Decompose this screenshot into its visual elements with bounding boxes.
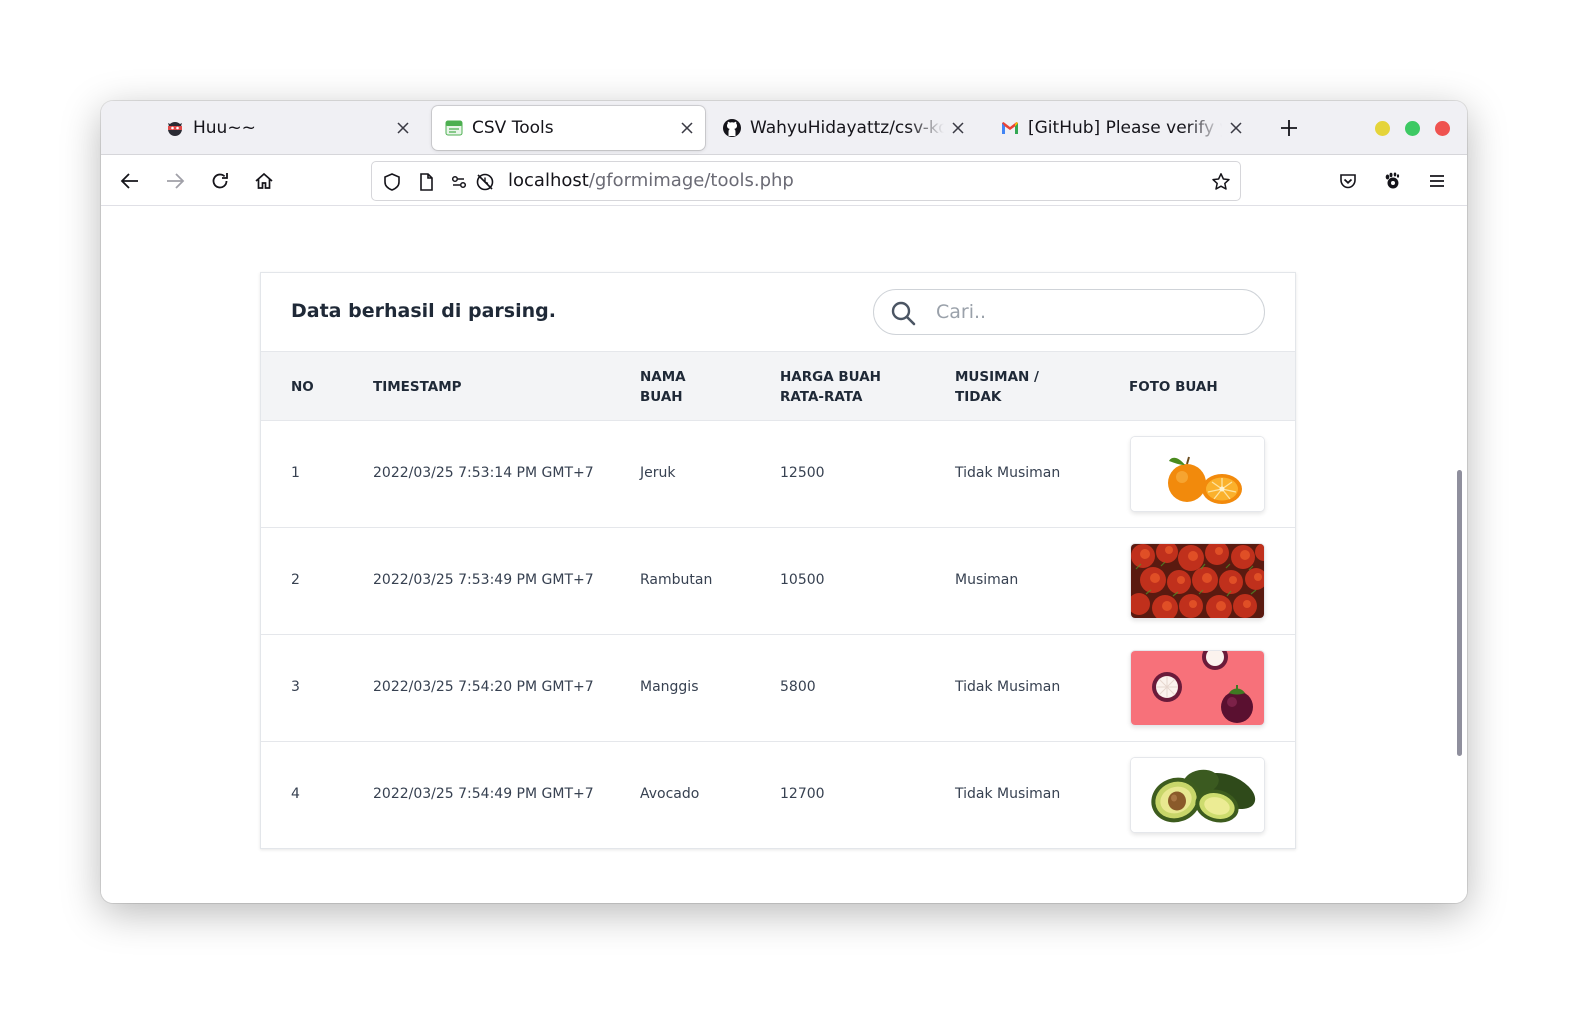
ninja-favicon-icon: [165, 118, 185, 138]
close-tab-icon[interactable]: [679, 120, 695, 136]
extension-button[interactable]: [1379, 168, 1405, 194]
csv-favicon-icon: [444, 118, 464, 138]
mangosteen-photo[interactable]: [1130, 650, 1265, 726]
cell-no: 2: [291, 572, 300, 588]
cell-timestamp: 2022/03/25 7:54:49 PM GMT+7: [373, 786, 594, 802]
cell-harga: 5800: [780, 679, 816, 695]
table-row: 2 2022/03/25 7:53:49 PM GMT+7 Rambutan 1…: [261, 528, 1295, 635]
cell-musiman: Tidak Musiman: [955, 679, 1061, 695]
avocado-photo[interactable]: [1130, 757, 1265, 833]
cell-musiman: Tidak Musiman: [955, 465, 1061, 481]
vertical-scrollbar[interactable]: [1457, 470, 1462, 756]
column-header-musiman: MUSIMAN / TIDAK: [955, 369, 1039, 405]
cell-timestamp: 2022/03/25 7:54:20 PM GMT+7: [373, 679, 594, 695]
github-favicon-icon: [722, 118, 742, 138]
browser-window: Huu~~ CSV Tools WahyuHidayattz/csv-konv: [101, 101, 1467, 903]
hamburger-menu-icon: [1430, 175, 1444, 187]
close-tab-icon[interactable]: [950, 120, 966, 136]
page-content: Data berhasil di parsing. NO TIMESTAMP N…: [101, 206, 1467, 903]
tab-github-repo[interactable]: WahyuHidayattz/csv-konv: [710, 106, 976, 150]
page-title: Data berhasil di parsing.: [291, 300, 556, 322]
table-header: NO TIMESTAMP NAMA BUAH HARGA BUAH RATA-RAT…: [261, 351, 1295, 421]
cell-musiman: Tidak Musiman: [955, 786, 1061, 802]
forward-button[interactable]: [162, 168, 188, 194]
cell-harga: 12500: [780, 465, 825, 481]
new-tab-button[interactable]: [1277, 116, 1301, 140]
close-window-button[interactable]: [1435, 121, 1450, 136]
pocket-icon: [1340, 174, 1356, 189]
shield-icon[interactable]: [381, 171, 403, 193]
table-row: 3 2022/03/25 7:54:20 PM GMT+7 Manggis 58…: [261, 635, 1295, 742]
maximize-button[interactable]: [1405, 121, 1420, 136]
column-header-nama-buah: NAMA BUAH: [640, 369, 686, 405]
back-arrow-icon: [120, 173, 138, 189]
cell-no: 3: [291, 679, 300, 695]
cell-nama: Manggis: [640, 679, 699, 695]
forward-arrow-icon: [167, 173, 185, 189]
cell-harga: 10500: [780, 572, 825, 588]
table-row: 4 2022/03/25 7:54:49 PM GMT+7 Avocado 12…: [261, 742, 1295, 849]
column-header-foto: FOTO BUAH: [1129, 379, 1218, 395]
plus-icon: [1281, 120, 1297, 136]
orange-photo[interactable]: [1130, 436, 1265, 512]
cell-harga: 12700: [780, 786, 825, 802]
table-row: 1 2022/03/25 7:53:14 PM GMT+7 Jeruk 1250…: [261, 421, 1295, 528]
navigation-bar: localhost/gformimage/tools.php: [101, 155, 1467, 206]
results-card: Data berhasil di parsing. NO TIMESTAMP N…: [260, 272, 1296, 849]
search-input[interactable]: [936, 298, 1246, 326]
cell-nama: Avocado: [640, 786, 700, 802]
cell-timestamp: 2022/03/25 7:53:14 PM GMT+7: [373, 465, 594, 481]
cell-musiman: Musiman: [955, 572, 1019, 588]
menu-button[interactable]: [1424, 168, 1450, 194]
column-header-harga: HARGA BUAH RATA-RATA: [780, 369, 881, 405]
tab-strip: Huu~~ CSV Tools WahyuHidayattz/csv-konv: [101, 101, 1467, 155]
column-header-no: NO: [291, 379, 314, 395]
back-button[interactable]: [117, 168, 143, 194]
pocket-button[interactable]: [1335, 168, 1361, 194]
url-bar[interactable]: localhost/gformimage/tools.php: [371, 161, 1241, 201]
cell-no: 1: [291, 465, 300, 481]
cell-nama: Rambutan: [640, 572, 713, 588]
search-icon: [891, 301, 916, 326]
permissions-icon[interactable]: [450, 171, 472, 193]
tab-title: [GitHub] Please verify you: [1028, 118, 1222, 138]
home-button[interactable]: [251, 168, 277, 194]
search-box[interactable]: [873, 289, 1265, 335]
tab-title: WahyuHidayattz/csv-konv: [750, 118, 944, 138]
url-path: /gformimage/tools.php: [588, 170, 794, 191]
tracking-protection-icon[interactable]: [474, 171, 496, 193]
page-icon[interactable]: [415, 171, 437, 193]
tab-gmail[interactable]: [GitHub] Please verify you: [988, 106, 1254, 150]
reload-button[interactable]: [207, 168, 233, 194]
bookmark-star-icon[interactable]: [1210, 171, 1232, 193]
reload-icon: [212, 173, 228, 189]
cell-timestamp: 2022/03/25 7:53:49 PM GMT+7: [373, 572, 594, 588]
cell-nama: Jeruk: [640, 465, 676, 481]
tab-title: CSV Tools: [472, 118, 554, 138]
column-header-timestamp: TIMESTAMP: [373, 379, 462, 395]
tab-huu[interactable]: Huu~~: [153, 106, 421, 150]
close-tab-icon[interactable]: [395, 120, 411, 136]
cell-no: 4: [291, 786, 300, 802]
gnome-extension-icon: [1385, 172, 1400, 189]
rambutan-photo[interactable]: [1130, 543, 1265, 619]
close-tab-icon[interactable]: [1228, 120, 1244, 136]
minimize-button[interactable]: [1375, 121, 1390, 136]
home-icon: [255, 172, 273, 189]
url-host: localhost: [508, 170, 589, 191]
gmail-favicon-icon: [1000, 118, 1020, 138]
tab-csv-tools[interactable]: CSV Tools: [432, 106, 705, 150]
url-text[interactable]: localhost/gformimage/tools.php: [508, 170, 794, 192]
tab-title: Huu~~: [193, 118, 256, 138]
